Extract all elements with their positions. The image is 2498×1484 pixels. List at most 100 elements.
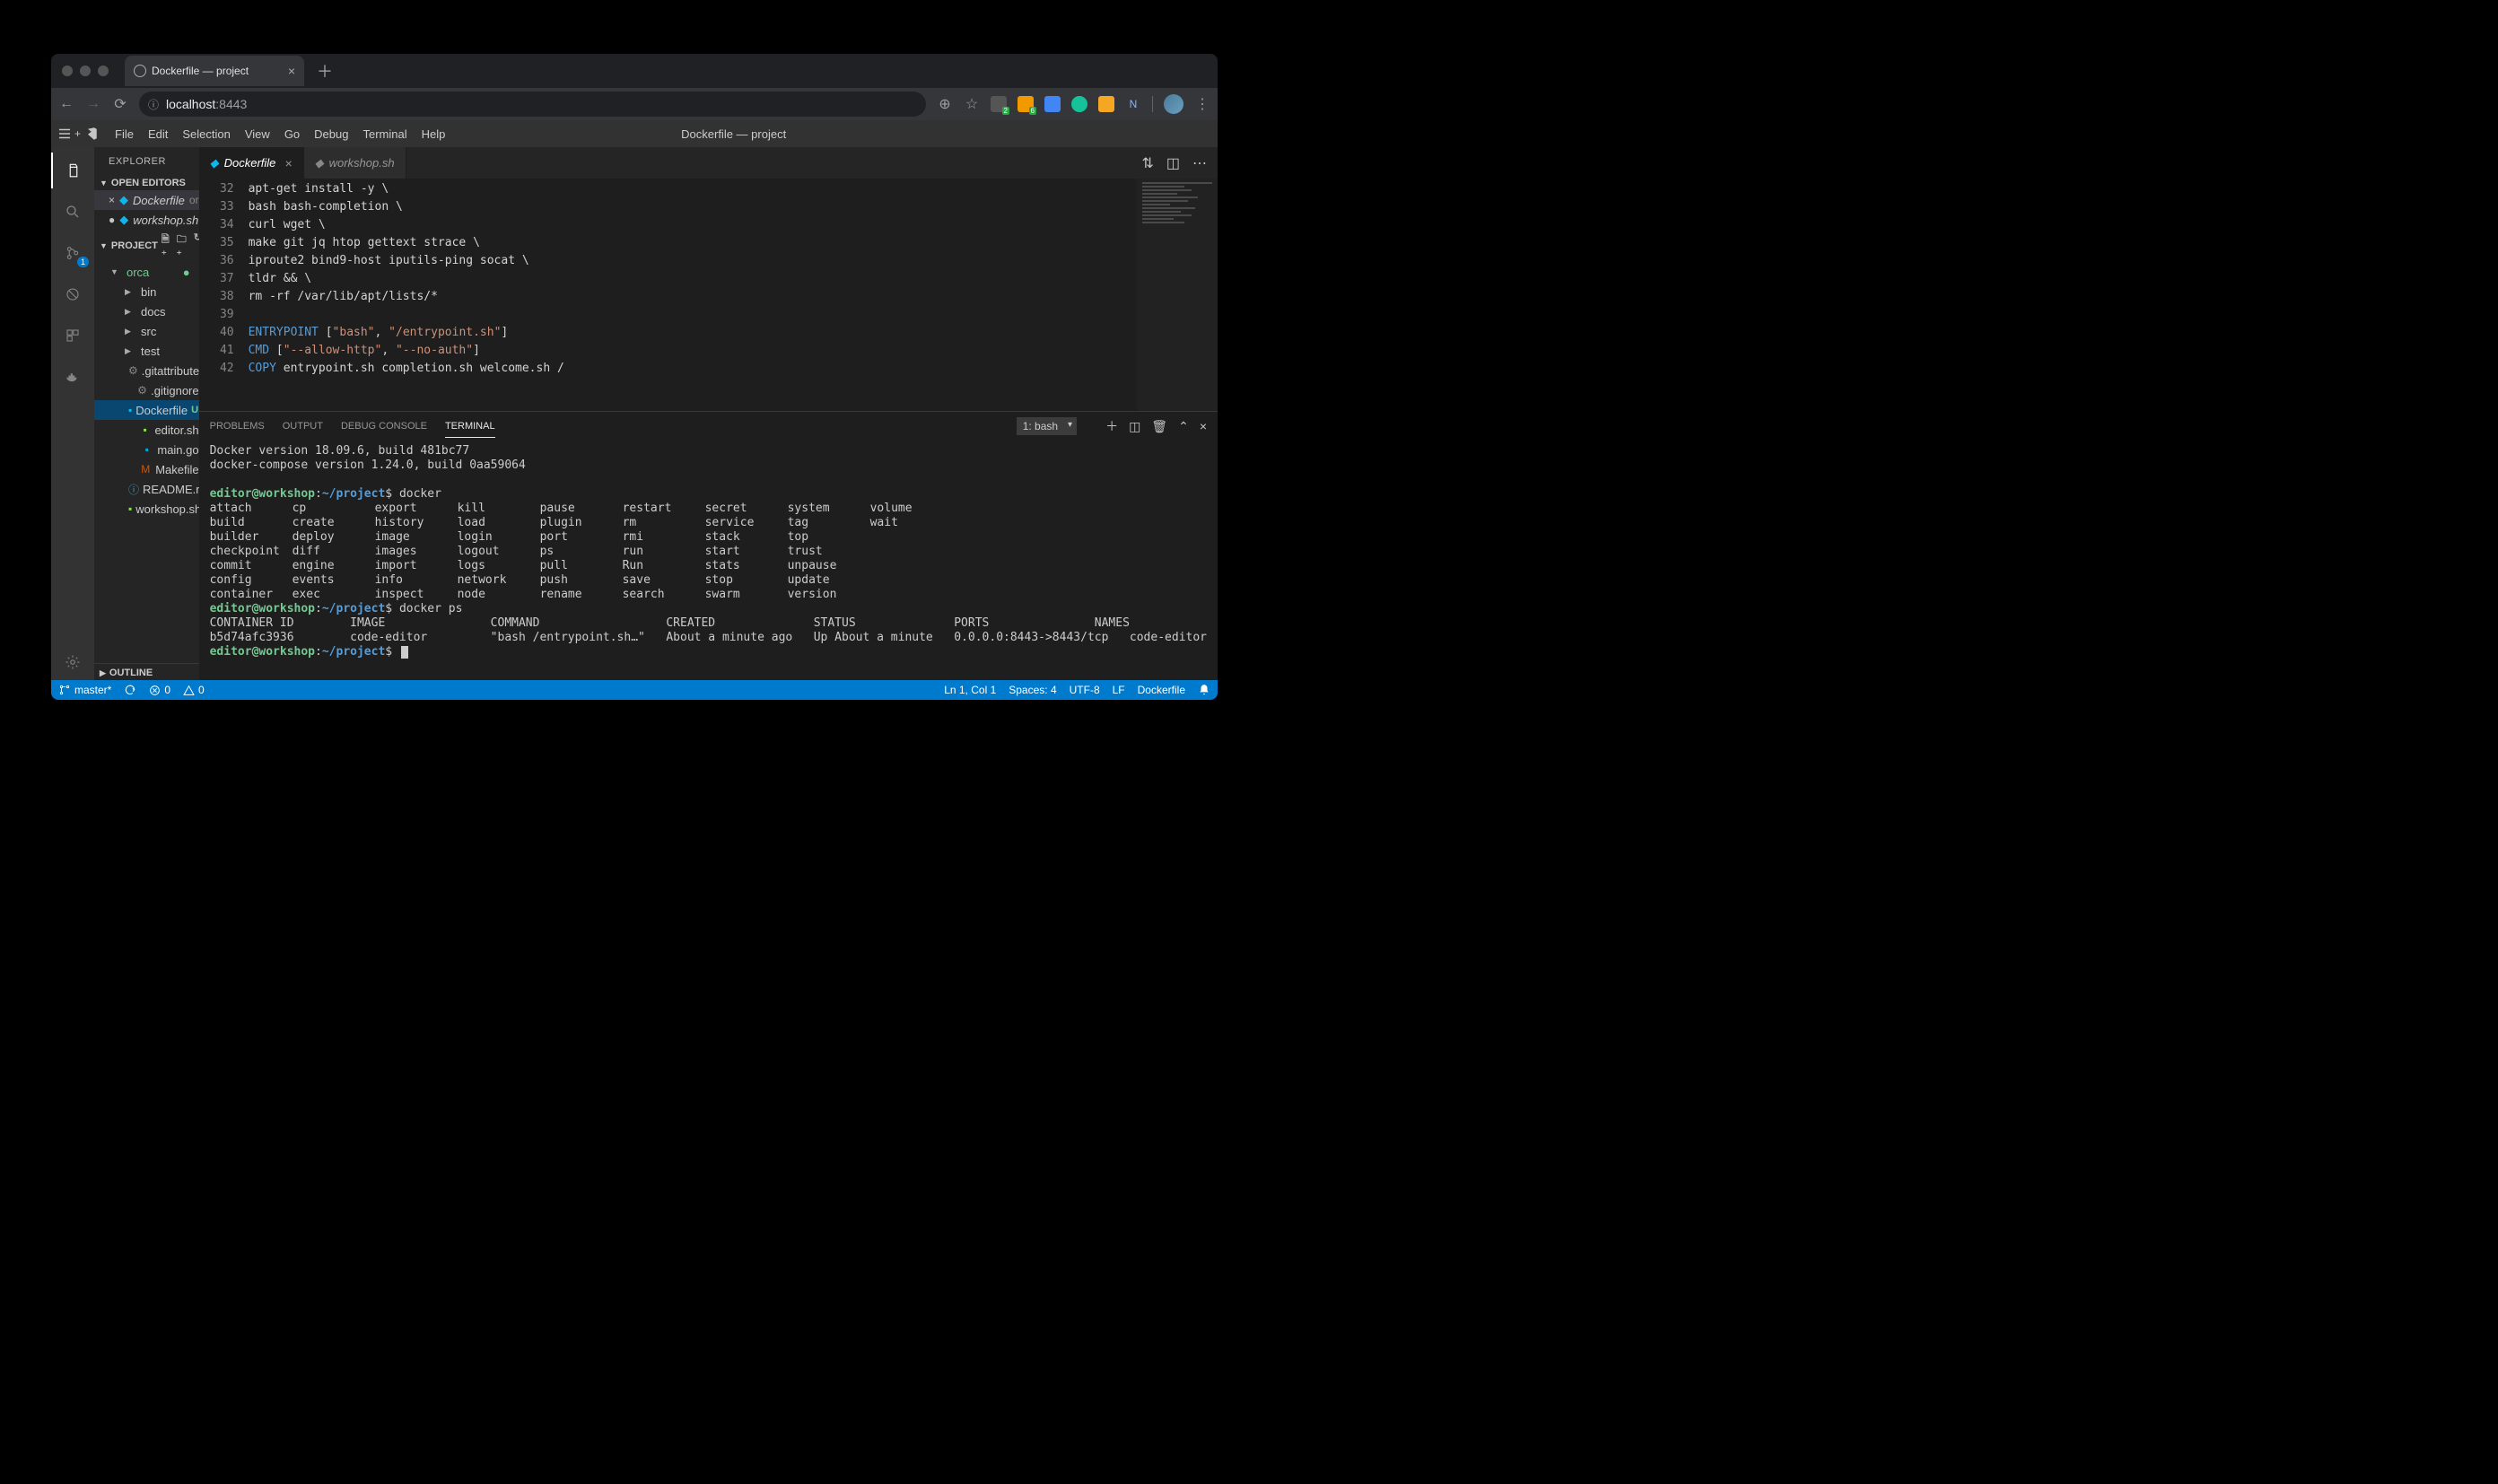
- forward-button[interactable]: →: [85, 96, 101, 112]
- menu-icon[interactable]: ⋮: [1194, 95, 1210, 113]
- file-item[interactable]: MMakefile: [94, 459, 199, 479]
- close-window[interactable]: [62, 65, 73, 76]
- open-editors-header[interactable]: ▼ OPEN EDITORS: [94, 176, 199, 190]
- menu-terminal[interactable]: Terminal: [355, 124, 414, 144]
- file-icon: ▪: [139, 423, 152, 437]
- url-input[interactable]: ⓘ localhost:8443: [139, 92, 926, 117]
- item-label: test: [141, 345, 160, 358]
- url-text: localhost:8443: [166, 97, 247, 111]
- folder-item[interactable]: ▶ test: [94, 341, 199, 361]
- source-control-icon[interactable]: 1: [51, 235, 94, 271]
- folder-item[interactable]: ▶ src: [94, 321, 199, 341]
- project-header[interactable]: ▼ PROJECT 🗎⁺ 🗀⁺ ↻ ⊟: [94, 230, 199, 262]
- compare-icon[interactable]: ⇅: [1141, 154, 1153, 172]
- indentation[interactable]: Spaces: 4: [1009, 684, 1056, 696]
- open-editor-item[interactable]: ● ◆ workshop.sh orca: [94, 210, 199, 230]
- file-item[interactable]: ▪editor.sh: [94, 420, 199, 440]
- modified-dot-icon[interactable]: ●: [109, 214, 115, 226]
- encoding[interactable]: UTF-8: [1070, 684, 1100, 696]
- explorer-icon[interactable]: [51, 153, 94, 188]
- split-editor-icon[interactable]: ◫: [1166, 154, 1180, 172]
- close-icon[interactable]: ×: [284, 156, 292, 170]
- cursor-position[interactable]: Ln 1, Col 1: [944, 684, 996, 696]
- translate-extension-icon[interactable]: [1044, 96, 1061, 112]
- more-icon[interactable]: ⋯: [1192, 154, 1207, 172]
- zoom-icon[interactable]: ⊕: [937, 95, 953, 113]
- kill-terminal-icon[interactable]: 🗑: [1151, 419, 1167, 434]
- settings-icon[interactable]: [51, 644, 94, 680]
- bookmark-icon[interactable]: ☆: [964, 95, 980, 113]
- menu-view[interactable]: View: [238, 124, 277, 144]
- debug-icon[interactable]: [51, 276, 94, 312]
- open-editor-item[interactable]: × ◆ Dockerfile orca U: [94, 190, 199, 210]
- notifications-icon[interactable]: [1198, 684, 1210, 696]
- file-item[interactable]: ⚙.gitignore: [94, 380, 199, 400]
- menu-debug[interactable]: Debug: [307, 124, 355, 144]
- branch-indicator[interactable]: master*: [58, 684, 111, 696]
- menu-go[interactable]: Go: [277, 124, 307, 144]
- minimize-window[interactable]: [80, 65, 91, 76]
- rss-extension-icon[interactable]: [1018, 96, 1034, 112]
- folder-item[interactable]: ▶ docs: [94, 301, 199, 321]
- menu-items: FileEditSelectionViewGoDebugTerminalHelp: [108, 124, 452, 144]
- sync-indicator[interactable]: [124, 684, 136, 696]
- item-label: docs: [141, 305, 165, 319]
- panel-tab-output[interactable]: OUTPUT: [283, 415, 323, 438]
- sync-icon: [124, 684, 136, 696]
- close-icon[interactable]: ×: [109, 194, 115, 206]
- chevron-icon: ▶: [125, 346, 137, 356]
- file-item[interactable]: ▪workshop.sh: [94, 499, 199, 519]
- folder-item[interactable]: ▶ bin: [94, 282, 199, 301]
- terminal-output[interactable]: Docker version 18.09.6, build 481bc77doc…: [199, 441, 1218, 680]
- browser-tab[interactable]: Dockerfile — project ×: [125, 56, 304, 86]
- docker-icon[interactable]: [51, 359, 94, 395]
- file-item[interactable]: ⓘREADME.md: [94, 479, 199, 499]
- outline-header[interactable]: ▶ OUTLINE: [94, 663, 199, 680]
- scm-badge: 1: [77, 257, 89, 267]
- menu-selection[interactable]: Selection: [175, 124, 237, 144]
- warnings-indicator[interactable]: 0: [183, 684, 205, 696]
- panel-tabs: PROBLEMS OUTPUT DEBUG CONSOLE TERMINAL 1: b…: [199, 412, 1218, 441]
- file-item[interactable]: ▪main.go: [94, 440, 199, 459]
- back-button[interactable]: ←: [58, 96, 74, 112]
- menu-file[interactable]: File: [108, 124, 141, 144]
- maximize-panel-icon[interactable]: ⌃: [1178, 419, 1189, 434]
- maximize-window[interactable]: [98, 65, 109, 76]
- file-item[interactable]: ▪Dockerfile U: [94, 400, 199, 420]
- new-folder-icon[interactable]: 🗀⁺: [177, 231, 187, 260]
- search-icon[interactable]: [51, 194, 94, 230]
- file-icon: ⚙: [128, 363, 138, 378]
- profile-avatar[interactable]: [1164, 94, 1183, 114]
- site-info-icon[interactable]: ⓘ: [148, 97, 159, 112]
- menu-help[interactable]: Help: [415, 124, 453, 144]
- grammarly-extension-icon[interactable]: [1071, 96, 1087, 112]
- errors-indicator[interactable]: 0: [149, 684, 170, 696]
- file-icon: ⚙: [137, 383, 147, 397]
- browser-window: Dockerfile — project × ＋ ← → ⟳ ⓘ localho…: [51, 54, 1218, 700]
- menu-edit[interactable]: Edit: [141, 124, 175, 144]
- panel-tab-problems[interactable]: PROBLEMS: [210, 415, 265, 438]
- panel-tab-terminal[interactable]: TERMINAL: [445, 415, 495, 438]
- extension-icon[interactable]: [991, 96, 1007, 112]
- close-tab-icon[interactable]: ×: [288, 64, 295, 78]
- code-content[interactable]: apt-get install -y \ bash bash-completio…: [249, 179, 1137, 411]
- extensions-icon[interactable]: [51, 318, 94, 354]
- split-terminal-icon[interactable]: ◫: [1129, 419, 1140, 434]
- language-mode[interactable]: Dockerfile: [1138, 684, 1185, 696]
- extension-icon[interactable]: N: [1125, 96, 1141, 112]
- editor-tab[interactable]: ◆ Dockerfile ×: [199, 147, 304, 179]
- extension-icon[interactable]: [1098, 96, 1114, 112]
- reload-button[interactable]: ⟳: [112, 95, 128, 113]
- editor-tab[interactable]: ◆ workshop.sh: [304, 147, 406, 179]
- file-item[interactable]: ⚙.gitattributes: [94, 361, 199, 380]
- new-terminal-icon[interactable]: ＋: [1105, 417, 1118, 435]
- eol[interactable]: LF: [1113, 684, 1125, 696]
- terminal-select[interactable]: 1: bash: [1017, 417, 1077, 435]
- folder-item[interactable]: ▼ orca ●: [94, 262, 199, 282]
- file-icon: M: [139, 462, 152, 476]
- new-tab-button[interactable]: ＋: [311, 59, 338, 83]
- panel-tab-debug-console[interactable]: DEBUG CONSOLE: [341, 415, 427, 438]
- close-panel-icon[interactable]: ×: [1200, 419, 1207, 433]
- minimap[interactable]: [1137, 179, 1218, 411]
- new-file-icon[interactable]: 🗎⁺: [162, 231, 170, 260]
